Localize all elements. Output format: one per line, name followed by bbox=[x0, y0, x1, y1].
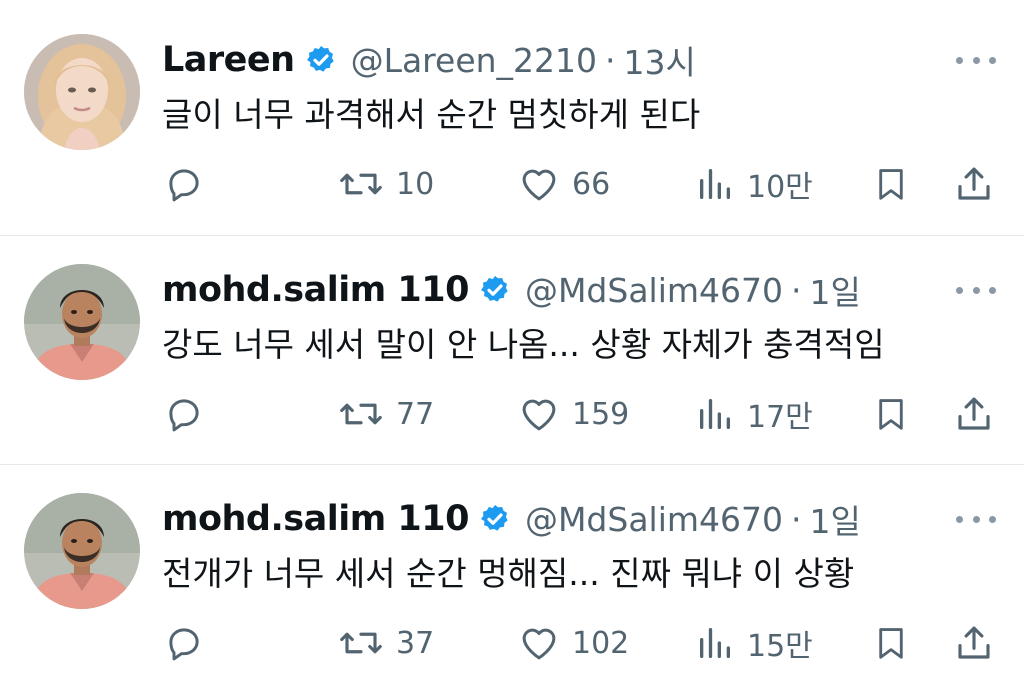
tweet-text: 글이 너무 과격해서 순간 멈칫하게 된다 bbox=[162, 95, 701, 134]
author-name[interactable]: mohd.salim 110 bbox=[162, 499, 469, 539]
tweet-actions: 10 66 10만 bbox=[0, 156, 1024, 212]
author-handle[interactable]: @MdSalim4670 bbox=[525, 271, 783, 310]
views-button[interactable]: 17만 bbox=[695, 386, 813, 442]
avatar[interactable] bbox=[24, 264, 140, 380]
tweet[interactable]: mohd.salim 110 @MdSalim4670 · 1일 전개가 너무 … bbox=[0, 465, 1024, 693]
share-icon bbox=[958, 626, 990, 659]
tweet-feed: Lareen @Lareen_2210 · 13시 글이 너무 과격해서 순간 … bbox=[0, 0, 1024, 696]
view-count: 10만 bbox=[747, 170, 813, 205]
retweet-icon bbox=[340, 403, 382, 425]
more-options-icon[interactable] bbox=[956, 280, 996, 300]
separator-dot: · bbox=[791, 270, 802, 310]
bookmark-button[interactable] bbox=[872, 156, 910, 212]
reply-button[interactable] bbox=[163, 156, 205, 212]
retweet-icon bbox=[340, 632, 382, 654]
bookmark-icon bbox=[879, 169, 903, 200]
timestamp[interactable]: 13시 bbox=[624, 36, 696, 84]
bookmark-button[interactable] bbox=[872, 615, 910, 671]
view-count: 17만 bbox=[747, 400, 813, 435]
avatar-man-pink-shirt-icon bbox=[24, 264, 140, 380]
tweet-text: 강도 너무 세서 말이 안 나옴... 상황 자체가 충격적임 bbox=[162, 325, 885, 364]
reply-button[interactable] bbox=[163, 386, 205, 442]
reply-icon bbox=[169, 399, 199, 432]
view-count: 15만 bbox=[747, 629, 813, 664]
avatar-man-pink-shirt-icon bbox=[24, 493, 140, 609]
retweet-count: 37 bbox=[396, 625, 435, 661]
separator-dot: · bbox=[605, 40, 616, 80]
tweet-header: mohd.salim 110 @MdSalim4670 · 1일 bbox=[162, 264, 861, 316]
heart-icon bbox=[522, 169, 556, 201]
like-count: 66 bbox=[572, 166, 611, 202]
bookmark-icon bbox=[879, 628, 903, 659]
tweet-header: Lareen @Lareen_2210 · 13시 bbox=[162, 34, 696, 86]
verified-badge-icon bbox=[480, 276, 508, 302]
views-button[interactable]: 15만 bbox=[695, 615, 813, 671]
retweet-count: 10 bbox=[396, 166, 435, 202]
more-options-icon[interactable] bbox=[956, 50, 996, 70]
author-handle[interactable]: @MdSalim4670 bbox=[525, 500, 783, 539]
share-button[interactable] bbox=[953, 615, 995, 671]
share-button[interactable] bbox=[953, 156, 995, 212]
timestamp[interactable]: 1일 bbox=[810, 266, 861, 314]
author-name[interactable]: mohd.salim 110 bbox=[162, 270, 469, 310]
tweet-text: 전개가 너무 세서 순간 멍해짐... 진짜 뭐냐 이 상황 bbox=[162, 554, 855, 593]
author-name[interactable]: Lareen bbox=[162, 40, 295, 80]
like-button[interactable]: 159 bbox=[518, 386, 629, 442]
retweet-button[interactable]: 10 bbox=[338, 156, 434, 212]
bookmark-icon bbox=[879, 399, 903, 430]
author-handle[interactable]: @Lareen_2210 bbox=[351, 41, 597, 80]
tweet-header: mohd.salim 110 @MdSalim4670 · 1일 bbox=[162, 493, 861, 545]
retweet-count: 77 bbox=[396, 396, 435, 432]
like-count: 159 bbox=[572, 396, 630, 432]
reply-icon bbox=[169, 169, 199, 202]
reply-button[interactable] bbox=[163, 615, 205, 671]
analytics-icon bbox=[700, 399, 730, 429]
separator-dot: · bbox=[791, 499, 802, 539]
retweet-button[interactable]: 77 bbox=[338, 386, 434, 442]
timestamp[interactable]: 1일 bbox=[810, 495, 861, 543]
like-button[interactable]: 66 bbox=[518, 156, 610, 212]
avatar[interactable] bbox=[24, 34, 140, 150]
share-icon bbox=[958, 167, 990, 200]
tweet[interactable]: Lareen @Lareen_2210 · 13시 글이 너무 과격해서 순간 … bbox=[0, 6, 1024, 234]
reply-icon bbox=[169, 628, 199, 661]
share-icon bbox=[958, 397, 990, 430]
verified-badge-icon bbox=[306, 46, 334, 72]
avatar-blonde-woman-icon bbox=[24, 34, 140, 150]
analytics-icon bbox=[700, 169, 730, 199]
like-count: 102 bbox=[572, 625, 630, 661]
heart-icon bbox=[522, 399, 556, 431]
retweet-icon bbox=[340, 173, 382, 195]
avatar[interactable] bbox=[24, 493, 140, 609]
like-button[interactable]: 102 bbox=[518, 615, 629, 671]
tweet[interactable]: mohd.salim 110 @MdSalim4670 · 1일 강도 너무 세… bbox=[0, 236, 1024, 464]
analytics-icon bbox=[700, 628, 730, 658]
heart-icon bbox=[522, 628, 556, 660]
views-button[interactable]: 10만 bbox=[695, 156, 813, 212]
share-button[interactable] bbox=[953, 386, 995, 442]
tweet-actions: 77 159 17만 bbox=[0, 386, 1024, 442]
verified-badge-icon bbox=[480, 505, 508, 531]
retweet-button[interactable]: 37 bbox=[338, 615, 434, 671]
bookmark-button[interactable] bbox=[872, 386, 910, 442]
tweet-actions: 37 102 15만 bbox=[0, 615, 1024, 671]
more-options-icon[interactable] bbox=[956, 509, 996, 529]
